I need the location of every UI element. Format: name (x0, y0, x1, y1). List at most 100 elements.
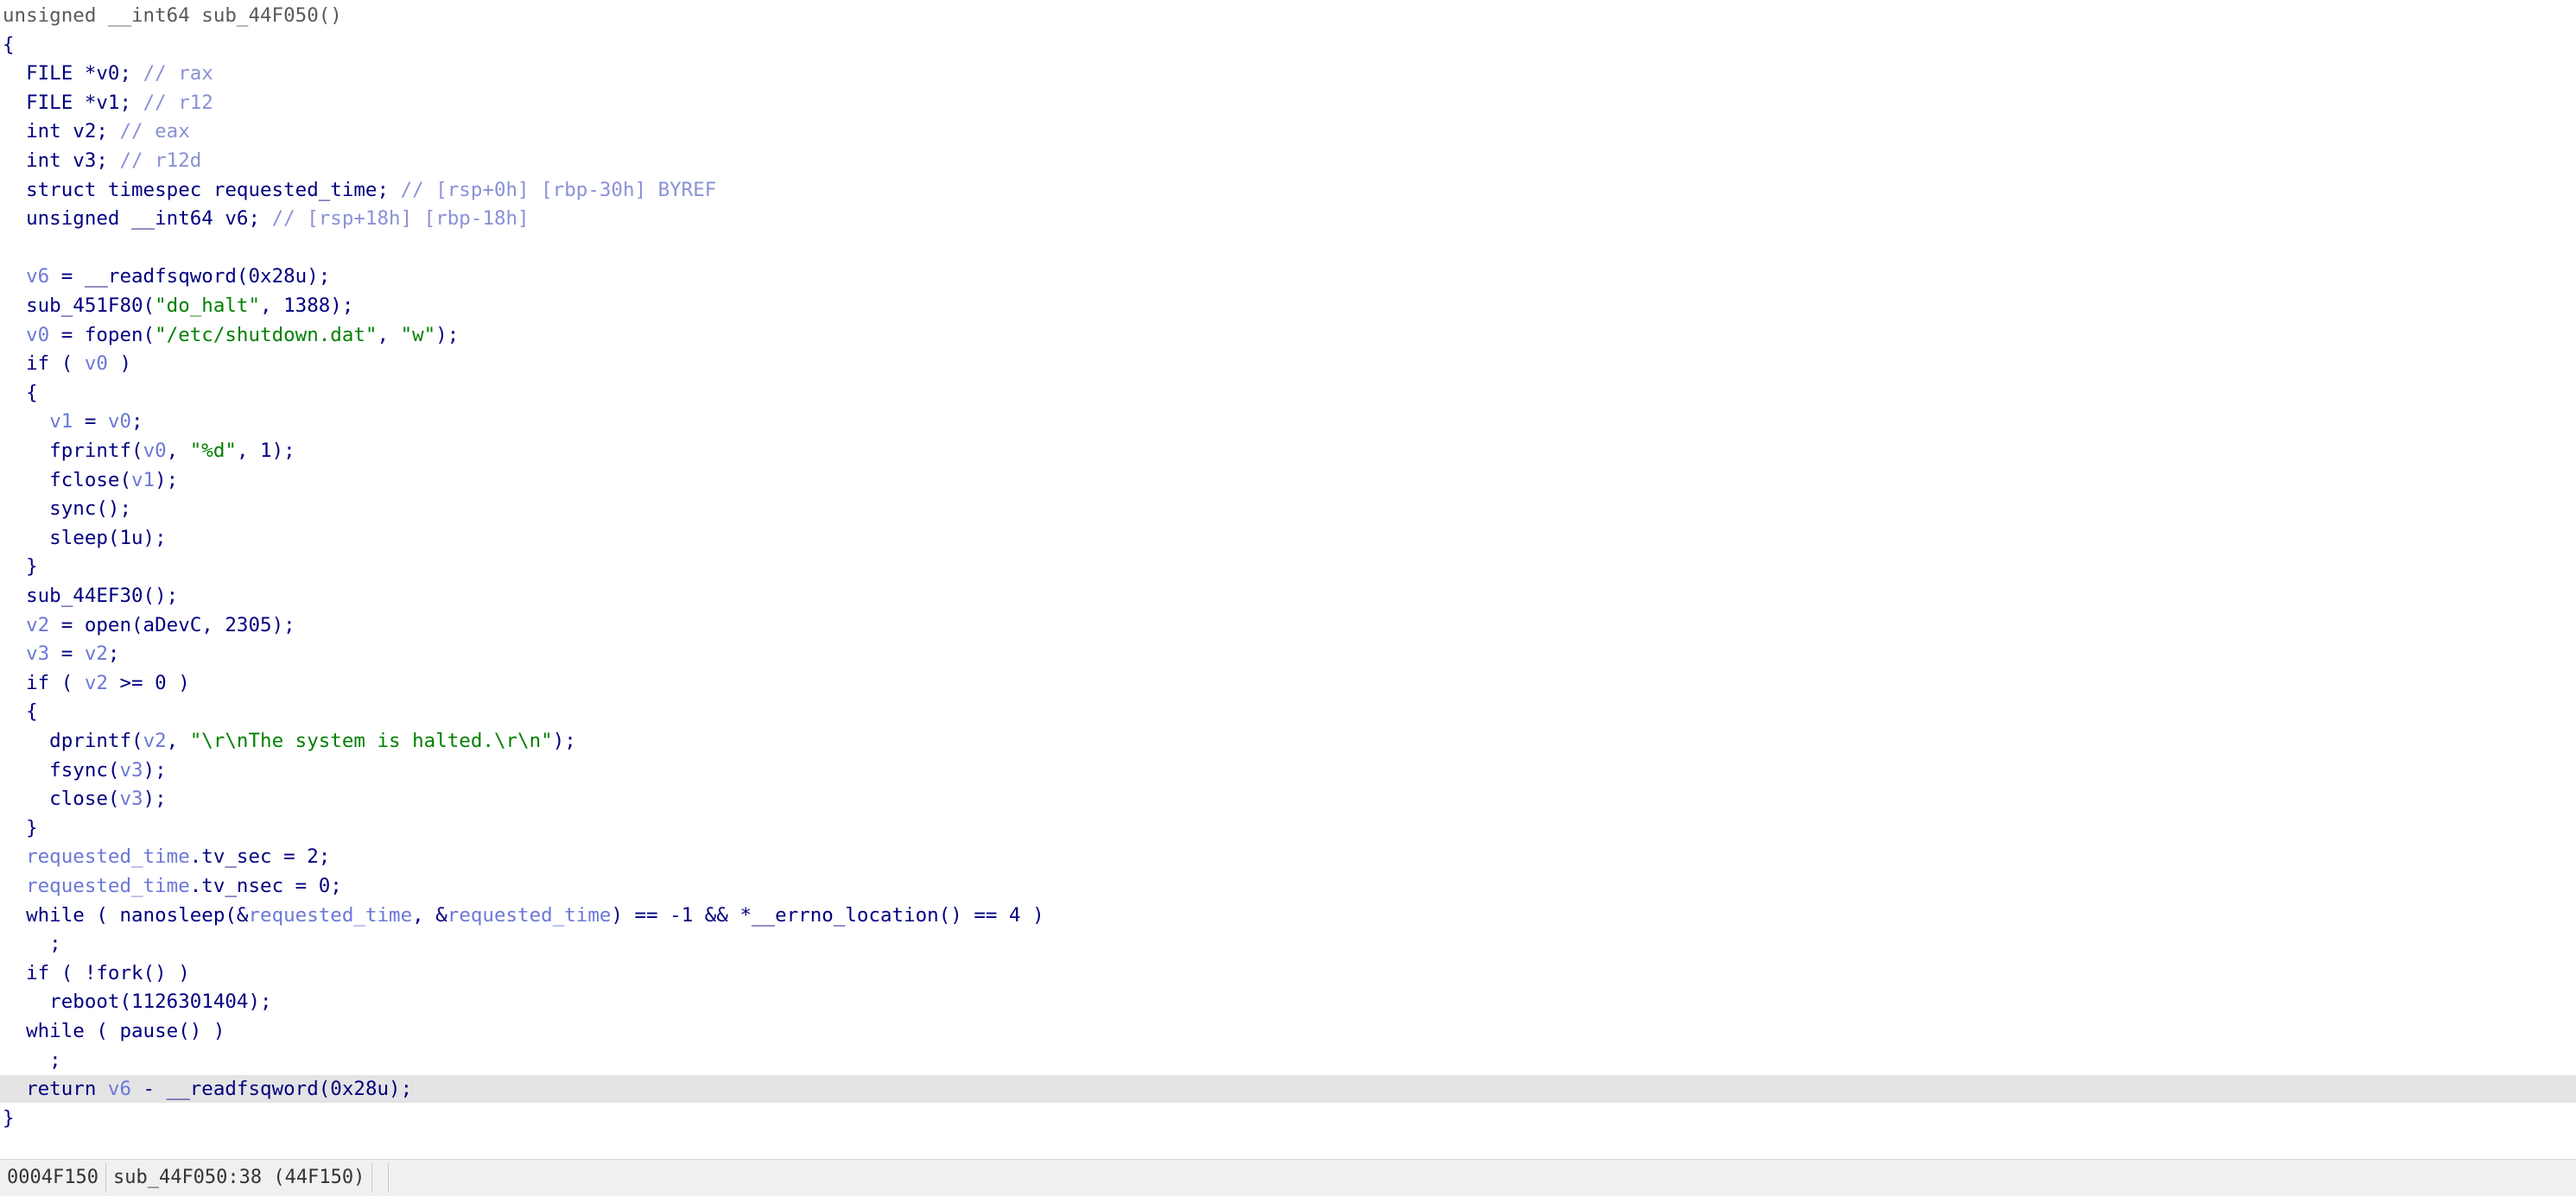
code-token: ); (155, 468, 179, 491)
code-token: - __readfsqword(0x28u); (131, 1078, 413, 1101)
code-token: "do_halt" (155, 294, 261, 317)
code-line[interactable]: sub_44EF30(); (0, 582, 2576, 610)
code-token: sub_451F80( (3, 294, 155, 317)
code-line[interactable]: return v6 - __readfsqword(0x28u); (0, 1075, 2576, 1104)
code-line[interactable]: unsigned __int64 sub_44F050() (0, 2, 2576, 29)
code-token: ); (143, 788, 167, 811)
code-token: "/etc/shutdown.dat" (155, 323, 378, 346)
code-line[interactable]: close(v3); (0, 785, 2576, 813)
code-line[interactable]: { (0, 379, 2576, 407)
code-token: // rax (143, 62, 213, 85)
code-line[interactable]: v6 = __readfsqword(0x28u); (0, 263, 2576, 290)
code-line[interactable]: fclose(v1); (0, 466, 2576, 494)
code-token: if ( (3, 352, 85, 376)
code-line[interactable]: if ( v0 ) (0, 350, 2576, 377)
code-token: = (49, 642, 85, 666)
code-line[interactable]: dprintf(v2, "\r\nThe system is halted.\r… (0, 727, 2576, 755)
code-line[interactable]: v2 = open(aDevC, 2305); (0, 611, 2576, 639)
code-token: reboot(1126301404); (3, 990, 272, 1014)
code-token: , 1388); (260, 294, 354, 317)
code-token: = (73, 410, 108, 433)
code-token: } (3, 555, 38, 579)
code-token: v3 (119, 758, 143, 782)
code-line[interactable]: ; (0, 1047, 2576, 1074)
code-token: = fopen( (49, 323, 155, 346)
code-line[interactable]: if ( !fork() ) (0, 959, 2576, 987)
code-token: fclose( (3, 468, 132, 491)
code-line[interactable]: int v3; // r12d (0, 147, 2576, 174)
code-line[interactable]: v3 = v2; (0, 640, 2576, 668)
code-token: ); (552, 730, 576, 752)
code-token: } (3, 816, 38, 839)
code-token: ); (435, 323, 460, 346)
code-token: ; (131, 410, 143, 433)
code-token: ) (107, 352, 132, 376)
code-line[interactable]: unsigned __int64 v6; // [rsp+18h] [rbp-1… (0, 205, 2576, 232)
code-line[interactable]: FILE *v1; // r12 (0, 89, 2576, 117)
code-token: , (166, 730, 190, 752)
status-bar: 0004F150 sub_44F050:38 (44F150) (0, 1159, 2576, 1196)
code-token: } (3, 1106, 15, 1130)
code-line[interactable]: while ( nanosleep(&requested_time, &requ… (0, 902, 2576, 929)
code-line[interactable]: if ( v2 >= 0 ) (0, 669, 2576, 697)
code-token: while ( nanosleep(& (3, 903, 249, 927)
status-offset: 0004F150 (0, 1163, 106, 1193)
code-line[interactable]: v0 = fopen("/etc/shutdown.dat", "w"); (0, 321, 2576, 349)
code-line[interactable]: int v2; // eax (0, 117, 2576, 145)
code-token: ) == -1 && *__errno_location() == 4 ) (611, 903, 1044, 927)
code-line[interactable]: sync(); (0, 495, 2576, 522)
code-line[interactable]: FILE *v0; // rax (0, 60, 2576, 87)
code-token: v0 (84, 352, 108, 376)
code-token: v2 (84, 671, 108, 694)
code-line[interactable] (0, 234, 2576, 262)
code-line[interactable]: } (0, 814, 2576, 842)
code-token: "w" (400, 323, 436, 346)
code-token: v1 (49, 410, 73, 433)
code-token: // [rsp+0h] [rbp-30h] BYREF (400, 178, 717, 201)
code-line[interactable]: sub_451F80("do_halt", 1388); (0, 292, 2576, 320)
code-token: dprintf( (3, 730, 143, 752)
code-line[interactable]: fsync(v3); (0, 756, 2576, 784)
code-line[interactable]: { (0, 31, 2576, 59)
code-token: .tv_sec = 2; (189, 845, 331, 869)
code-line[interactable]: requested_time.tv_nsec = 0; (0, 872, 2576, 900)
code-token: ; (107, 642, 120, 666)
code-token: FILE *v0; (3, 62, 143, 85)
code-line[interactable]: v1 = v0; (0, 408, 2576, 435)
code-line[interactable]: } (0, 553, 2576, 580)
code-token: int v3; (3, 149, 120, 172)
code-token: .tv_nsec = 0; (189, 875, 342, 897)
code-line[interactable]: } (0, 1104, 2576, 1132)
code-token: requested_time (26, 875, 190, 897)
code-line[interactable]: sleep(1u); (0, 524, 2576, 552)
code-token: = __readfsqword(0x28u); (49, 265, 331, 288)
code-token: if ( !fork() ) (3, 961, 190, 984)
pseudocode-view[interactable]: unsigned __int64 sub_44F050() { FILE *v0;… (0, 0, 2576, 1157)
code-token: v0 (107, 410, 132, 433)
code-token: ); (143, 758, 167, 782)
code-token: v6 (107, 1078, 132, 1101)
code-token: fprintf( (3, 440, 143, 462)
code-token: return (3, 1078, 108, 1101)
code-token: sub_44EF30(); (3, 585, 179, 607)
code-line[interactable]: struct timespec requested_time; // [rsp+… (0, 176, 2576, 204)
code-line[interactable]: fprintf(v0, "%d", 1); (0, 437, 2576, 465)
code-line[interactable]: reboot(1126301404); (0, 988, 2576, 1016)
code-token: ; (3, 933, 61, 956)
code-line[interactable]: ; (0, 930, 2576, 958)
code-token: , 1); (236, 440, 295, 462)
code-token: // [rsp+18h] [rbp-18h] (271, 207, 530, 231)
code-token: v6 (26, 265, 50, 288)
code-token: { (3, 700, 38, 724)
code-line[interactable]: while ( pause() ) (0, 1017, 2576, 1045)
code-line[interactable]: { (0, 698, 2576, 725)
code-line[interactable]: requested_time.tv_sec = 2; (0, 843, 2576, 870)
code-token: , (166, 440, 190, 462)
code-token: v0 (26, 323, 50, 346)
code-token: // eax (119, 120, 190, 143)
code-token: unsigned __int64 v6; (3, 207, 272, 231)
